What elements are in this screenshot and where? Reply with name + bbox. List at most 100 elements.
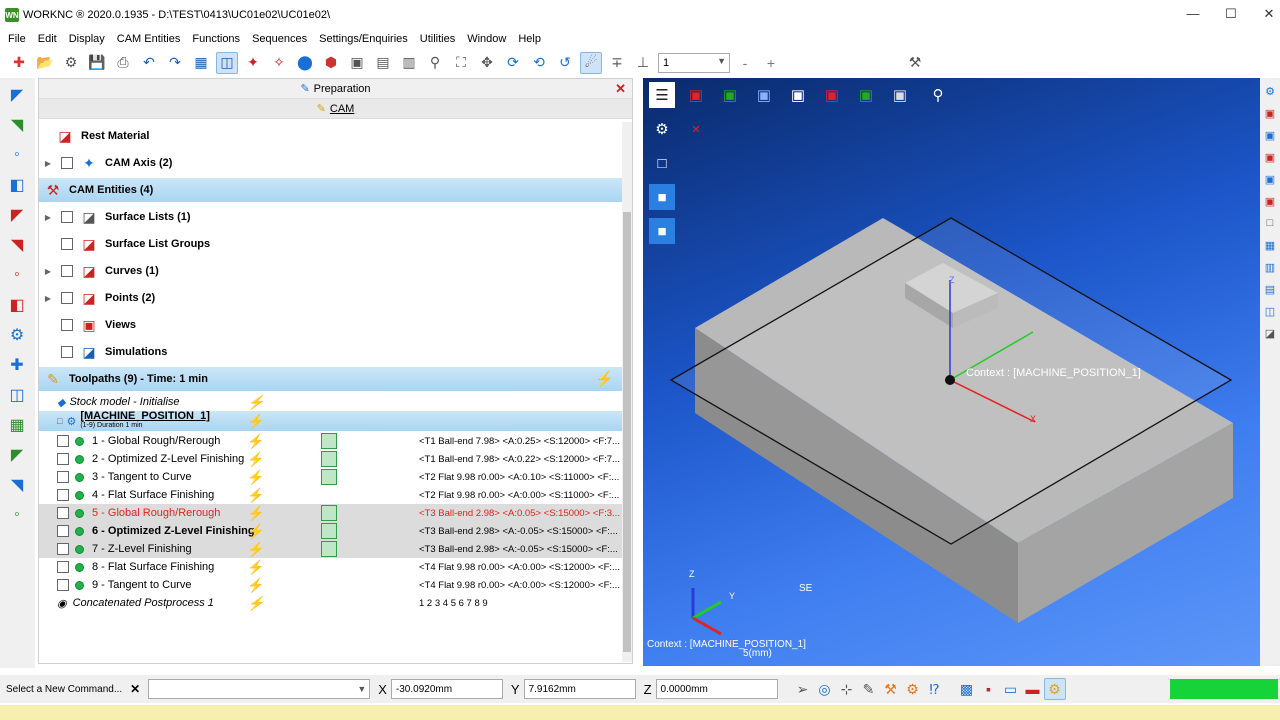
select-icon[interactable]: ☄ — [580, 51, 602, 74]
redo-icon[interactable]: ↷ — [164, 52, 186, 74]
tree-item-cam-entities[interactable]: ⚒ CAM Entities (4) — [39, 178, 622, 202]
tool-path-icon[interactable]: ⚒ — [880, 678, 902, 700]
checkbox[interactable] — [61, 211, 73, 223]
add-toolpath-icon[interactable]: ⚡ — [595, 370, 614, 388]
measure-icon[interactable]: ∓ — [606, 52, 628, 74]
cam-tool-icon-5[interactable]: ◤ — [4, 202, 30, 228]
tree-item-toolpaths[interactable]: ✎ Toolpaths (9) - Time: 1 min ⚡ — [39, 367, 622, 391]
right-tool-icon-11[interactable]: ◫ — [1262, 302, 1278, 320]
checkbox[interactable] — [57, 507, 69, 519]
report-icon[interactable]: ▪ — [978, 678, 1000, 700]
toolpath-row[interactable]: 8 - Flat Surface Finishing ⚡ <T4 Flat 9.… — [39, 558, 622, 576]
menu-help[interactable]: Help — [514, 33, 549, 45]
tree-item-surface-list-groups[interactable]: ◪ Surface List Groups — [39, 232, 622, 256]
cam-tool-icon-8[interactable]: ◧ — [4, 292, 30, 318]
settings-icon[interactable]: ⚙ — [60, 52, 82, 74]
tree-item-machine-position[interactable]: □ ⚙ [MACHINE_POSITION_1] (1-9) Duration … — [39, 411, 622, 431]
right-tool-icon-3[interactable]: ▣ — [1262, 126, 1278, 144]
menu-file[interactable]: File — [4, 33, 34, 45]
pick-icon[interactable]: ✎ — [858, 678, 880, 700]
scrollbar-thumb[interactable] — [623, 212, 631, 652]
tree-scrollbar[interactable] — [622, 122, 632, 662]
tool-icon[interactable]: ⚒ — [904, 52, 926, 74]
calc-icon[interactable]: ⚙ — [1043, 678, 1066, 700]
z-coord-field[interactable]: 0.0000mm — [655, 679, 778, 699]
tree-item-stock-model[interactable]: ◆ Stock model - Initialise ⚡ — [39, 393, 622, 411]
undo-icon[interactable]: ↶ — [138, 52, 160, 74]
zoom-icon[interactable]: ⚲ — [424, 52, 446, 74]
fit-icon[interactable]: ⟲ — [528, 52, 550, 74]
clear-command-icon[interactable]: ✕ — [130, 682, 140, 696]
cam-tool-icon-11[interactable]: ◫ — [4, 382, 30, 408]
checkbox[interactable] — [61, 238, 73, 250]
toolpath-row[interactable]: 5 - Global Rough/Rerough ⚡ <T3 Ball-end … — [39, 504, 622, 522]
toolpath-row[interactable]: 6 - Optimized Z-Level Finishing ⚡ <T3 Ba… — [39, 522, 622, 540]
rotate-icon[interactable]: ⟳ — [502, 52, 524, 74]
checkbox[interactable] — [61, 319, 73, 331]
new-icon[interactable]: ✚ — [8, 52, 30, 74]
sphere-icon[interactable]: ⬤ — [294, 52, 316, 74]
expand-icon[interactable]: ▶ — [43, 159, 53, 168]
tree-item-points[interactable]: ▶ ◪ Points (2) — [39, 286, 622, 310]
right-tool-icon-9[interactable]: ▥ — [1262, 258, 1278, 276]
zoom-window-icon[interactable]: ⛶ — [450, 52, 472, 74]
minimize-icon[interactable]: — — [1183, 6, 1203, 24]
panel-toggle-icon[interactable]: ◫ — [216, 51, 238, 74]
cam-tool-icon-9[interactable]: ⚙ — [4, 322, 30, 348]
close-icon[interactable]: ✕ — [615, 81, 626, 97]
axis-alt-icon[interactable]: ✧ — [268, 52, 290, 74]
help-icon[interactable]: ⁉ — [924, 678, 946, 700]
command-input[interactable]: ▼ — [148, 679, 371, 699]
menu-display[interactable]: Display — [65, 33, 113, 45]
right-tool-icon-2[interactable]: ▣ — [1262, 104, 1278, 122]
right-tool-icon-8[interactable]: ▦ — [1262, 236, 1278, 254]
shaded-icon[interactable]: ⬢ — [320, 52, 342, 74]
cam-tool-icon-12[interactable]: ▦ — [4, 412, 30, 438]
database-icon[interactable]: ▭ — [1000, 678, 1022, 700]
cam-tool-icon-6[interactable]: ◥ — [4, 232, 30, 258]
y-coord-field[interactable]: 7.9162mm — [523, 679, 636, 699]
cam-tool-icon-2[interactable]: ◥ — [4, 112, 30, 138]
expand-icon[interactable]: ▶ — [43, 267, 53, 276]
checkbox[interactable] — [57, 525, 69, 537]
toolpath-row[interactable]: 3 - Tangent to Curve ⚡ <T2 Flat 9.98 r0.… — [39, 468, 622, 486]
axis-icon[interactable]: ✦ — [242, 52, 264, 74]
menu-settings[interactable]: Settings/Enquiries — [315, 33, 416, 45]
menu-cam-entities[interactable]: CAM Entities — [113, 33, 189, 45]
menu-utilities[interactable]: Utilities — [416, 33, 463, 45]
cam-tool-icon-14[interactable]: ◥ — [4, 472, 30, 498]
cam-tool-icon-4[interactable]: ◧ — [4, 172, 30, 198]
expand-icon[interactable]: ▶ — [43, 213, 53, 222]
x-coord-field[interactable]: -30.0920mm — [390, 679, 503, 699]
checkbox[interactable] — [61, 157, 73, 169]
cam-header[interactable]: ✎ CAM — [39, 99, 632, 119]
right-tool-icon-6[interactable]: ▣ — [1262, 192, 1278, 210]
checkbox[interactable] — [57, 453, 69, 465]
toolpath-row[interactable]: 4 - Flat Surface Finishing ⚡ <T2 Flat 9.… — [39, 486, 622, 504]
menu-sequences[interactable]: Sequences — [248, 33, 315, 45]
right-tool-icon-1[interactable]: ⚙ — [1262, 82, 1278, 100]
toolpath-row[interactable]: 9 - Tangent to Curve ⚡ <T4 Flat 9.98 r0.… — [39, 576, 622, 594]
table-icon[interactable]: ▥ — [398, 52, 420, 74]
pan-icon[interactable]: ✥ — [476, 52, 498, 74]
cam-tool-icon-3[interactable]: ◦ — [4, 142, 30, 168]
collapse-icon[interactable]: □ — [57, 416, 62, 426]
pin-icon[interactable]: ⊥ — [632, 52, 654, 74]
checkbox[interactable] — [57, 489, 69, 501]
checkbox[interactable] — [61, 346, 73, 358]
right-tool-icon-4[interactable]: ▣ — [1262, 148, 1278, 166]
menu-edit[interactable]: Edit — [34, 33, 65, 45]
cam-tool-icon-10[interactable]: ✚ — [4, 352, 30, 378]
save-icon[interactable]: 💾 — [86, 52, 108, 74]
menu-functions[interactable]: Functions — [188, 33, 248, 45]
tree-item-views[interactable]: ▣ Views — [39, 313, 622, 337]
checkbox[interactable] — [61, 265, 73, 277]
expand-icon[interactable]: ▶ — [43, 294, 53, 303]
maximize-icon[interactable]: ☐ — [1221, 6, 1241, 24]
checkbox[interactable] — [57, 579, 69, 591]
pointer-icon[interactable]: ➢ — [792, 678, 814, 700]
open-icon[interactable]: 📂 — [34, 52, 56, 74]
machine-sim-icon[interactable]: ⚙ — [902, 678, 924, 700]
target-icon[interactable]: ◎ — [814, 678, 836, 700]
refresh-icon[interactable]: ↺ — [554, 52, 576, 74]
